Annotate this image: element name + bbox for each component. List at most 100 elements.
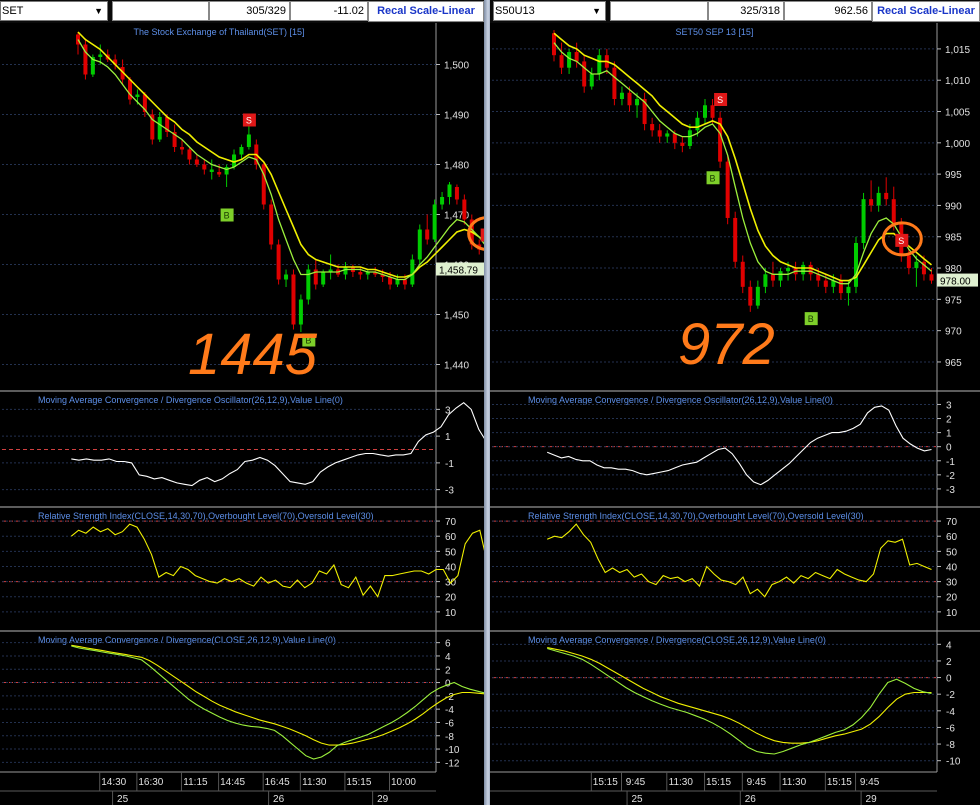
candle-body — [740, 261, 745, 287]
time-axis-label: 9:45 — [747, 777, 767, 788]
rsi-tick-label: 30 — [946, 578, 958, 589]
date-axis-label: 26 — [745, 794, 757, 805]
date-axis-label: 26 — [273, 794, 285, 805]
macd-tick-label: -10 — [445, 745, 460, 756]
candle-body — [269, 204, 274, 245]
annotation-target-price: 972 — [678, 312, 775, 377]
date-axis-label: 25 — [117, 794, 129, 805]
macd-title: Moving Average Convergence / Divergence(… — [38, 635, 336, 645]
time-axis-label: 11:30 — [302, 777, 327, 788]
price-tick-label: 1,015 — [945, 45, 970, 56]
date-axis-label: 25 — [631, 794, 643, 805]
candle-body — [619, 92, 624, 99]
candle-body — [284, 274, 289, 280]
time-axis-label: 14:45 — [220, 777, 245, 788]
candle-body — [710, 105, 715, 118]
candle-body — [559, 55, 564, 68]
rsi-line — [70, 523, 490, 598]
candle-body — [861, 199, 866, 243]
macd-oscillator-tick-label: -3 — [946, 485, 955, 496]
macd-oscillator-tick-label: 1 — [445, 432, 451, 443]
rsi-tick-label: 10 — [445, 608, 457, 619]
candle-body — [454, 187, 459, 200]
rsi-tick-label: 10 — [946, 608, 958, 619]
candle-body — [202, 164, 207, 170]
candle-body — [574, 52, 579, 62]
candle-body — [358, 272, 363, 275]
macd-tick-label: -6 — [946, 723, 955, 734]
macd-oscillator-line — [71, 402, 490, 487]
rsi-tick-label: 20 — [946, 593, 958, 604]
candle-body — [321, 272, 326, 285]
candle-body — [801, 264, 806, 275]
time-axis-label: 15:15 — [593, 777, 618, 788]
price-tick-label: 1,000 — [945, 139, 970, 150]
last-price-label: 978.00 — [940, 277, 971, 288]
candle-body — [612, 67, 617, 99]
candle-body — [748, 286, 753, 306]
candle-body — [217, 172, 222, 175]
macd-oscillator-title: Moving Average Convergence / Divergence … — [38, 395, 343, 405]
candle-body — [725, 161, 730, 218]
macd-signal-line — [547, 647, 932, 744]
date-axis-label: 29 — [866, 794, 878, 805]
candle-body — [854, 243, 858, 287]
macd-tick-label: -8 — [445, 732, 454, 743]
candle-body — [224, 167, 229, 175]
price-tick-label: 1,440 — [444, 361, 469, 372]
candle-body — [763, 274, 768, 287]
time-axis-label: 16:30 — [138, 777, 163, 788]
time-axis-label: 16:45 — [265, 777, 290, 788]
macd-tick-label: -8 — [946, 740, 955, 751]
candle-body — [343, 267, 348, 275]
buy-signal-label: B — [710, 173, 716, 183]
last-price-label: 1,458.79 — [439, 266, 478, 277]
candle-body — [906, 255, 911, 269]
macd-oscillator-tick-label: -2 — [946, 471, 955, 482]
candle-body — [755, 286, 760, 306]
candle-body — [209, 169, 214, 172]
candle-body — [246, 134, 251, 147]
sell-signal-label: S — [898, 236, 904, 246]
time-axis-label: 11:30 — [669, 777, 694, 788]
moving-average-slow-line — [77, 31, 490, 278]
time-axis-label: 9:45 — [626, 777, 646, 788]
candle-body — [891, 199, 896, 225]
candle-body — [884, 192, 889, 200]
price-tick-label: 1,005 — [945, 108, 970, 119]
candle-body — [869, 199, 874, 206]
macd-tick-label: -4 — [946, 707, 955, 718]
candle-body — [440, 197, 445, 205]
macd-tick-label: 2 — [946, 657, 952, 668]
candle-body — [778, 271, 783, 281]
price-tick-label: 995 — [945, 170, 962, 181]
right-chart-svg: 1,015 1,010 1,005 1,000 995 990 985 980 975 970 96… — [490, 23, 980, 805]
time-axis-label: 15:15 — [827, 777, 852, 788]
candle-body — [680, 142, 685, 146]
candle-body — [395, 279, 400, 285]
rsi-tick-label: 50 — [946, 547, 958, 558]
candle-body — [650, 124, 655, 131]
macd-tick-label: 0 — [946, 674, 952, 685]
time-axis-label: 11:15 — [183, 777, 208, 788]
candle-body — [808, 264, 813, 275]
macd-signal-line — [71, 644, 490, 746]
left-chart-svg: 1,5001,4901,4801,4701,4601,4501,440The S… — [0, 23, 490, 805]
candle-body — [425, 229, 430, 240]
candle-body — [180, 147, 185, 150]
macd-oscillator-tick-label: 0 — [946, 443, 952, 454]
time-axis-label: 10:00 — [391, 777, 416, 788]
macd-oscillator-line — [546, 405, 932, 486]
rsi-tick-label: 60 — [445, 532, 457, 543]
price-tick-label: 1,500 — [444, 61, 469, 72]
candle-body — [194, 159, 199, 165]
candle-body — [914, 261, 919, 269]
macd-line — [71, 645, 490, 760]
time-axis-label: 15:15 — [346, 777, 371, 788]
time-axis-label: 11:30 — [782, 777, 807, 788]
candle-body — [298, 299, 303, 325]
macd-tick-label: -2 — [946, 690, 955, 701]
candle-body — [276, 244, 281, 280]
candle-body — [770, 274, 775, 281]
macd-oscillator-tick-label: -1 — [946, 457, 955, 468]
